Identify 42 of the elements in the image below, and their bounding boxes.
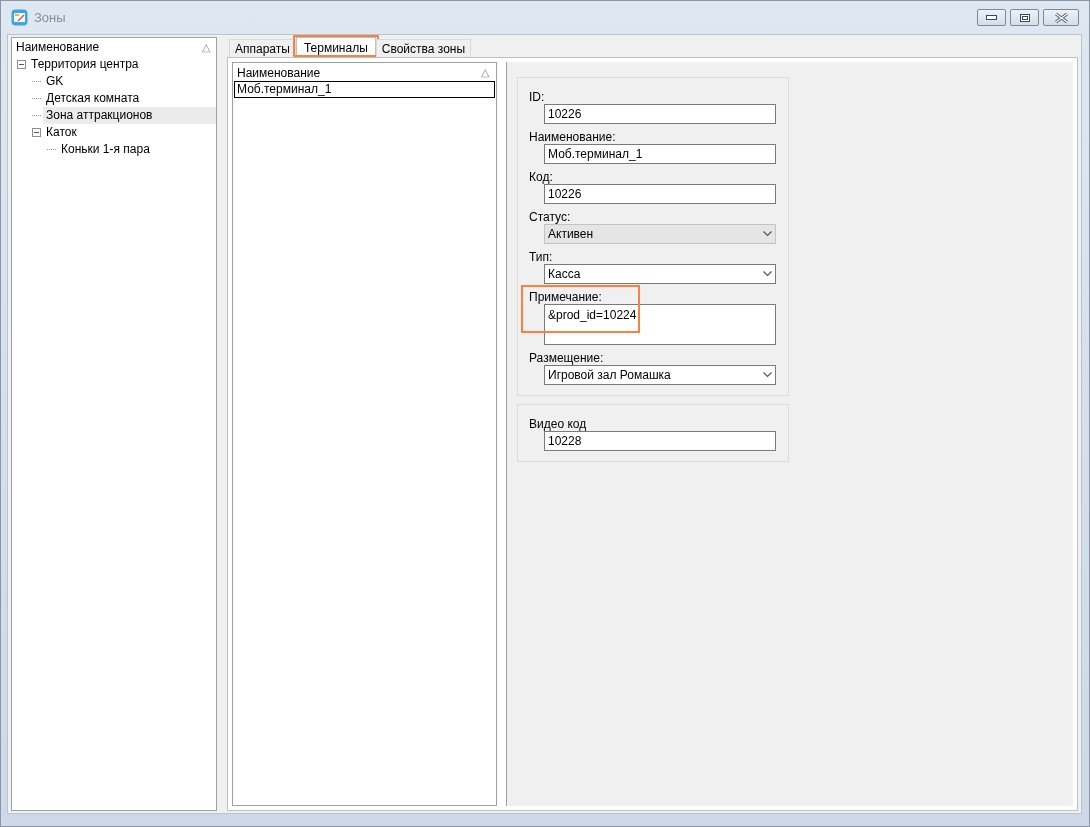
chevron-down-icon [763, 231, 772, 237]
minimize-icon [986, 15, 997, 20]
chevron-down-icon [763, 372, 772, 378]
chevron-down-icon [763, 271, 772, 277]
field-label: Тип: [529, 249, 553, 264]
field-label: Размещение: [529, 350, 604, 365]
dropdown[interactable]: Игровой зал Ромашка [544, 365, 776, 385]
close-icon [1054, 12, 1068, 23]
tree-item[interactable]: Коньки 1-я пара [58, 141, 153, 158]
close-button[interactable] [1043, 9, 1079, 26]
collapse-icon[interactable] [17, 60, 26, 69]
column-header[interactable]: Наименование [237, 65, 321, 80]
tree-item[interactable]: Детская комната [43, 90, 143, 107]
field-label: Наименование: [529, 129, 616, 144]
tab[interactable]: Свойства зоны [375, 39, 472, 57]
field-label: ID: [529, 89, 545, 104]
tree-item[interactable]: Зона аттракционов [43, 107, 216, 124]
maximize-button[interactable] [1010, 9, 1039, 26]
tree-item[interactable]: Территория центра [28, 56, 142, 73]
text-field[interactable]: Моб.терминал_1 [544, 144, 776, 164]
collapse-icon[interactable] [32, 128, 41, 137]
field-label: Статус: [529, 209, 571, 224]
window-title: Зоны [34, 10, 66, 25]
tree-item[interactable]: Каток [43, 124, 80, 141]
field-label: Примечание: [529, 288, 602, 304]
tree-item[interactable]: GK [43, 73, 67, 90]
notes-field[interactable]: &prod_id=10224 [544, 304, 776, 345]
text-field[interactable]: 10226 [544, 184, 776, 204]
sort-indicator: △ [481, 66, 489, 79]
list-row[interactable]: Моб.терминал_1 [234, 81, 495, 98]
field-label: Видео код [529, 416, 587, 431]
dropdown[interactable]: Касса [544, 264, 776, 284]
tab[interactable]: Аппараты [229, 39, 296, 57]
field-label: Код: [529, 169, 553, 184]
sort-indicator: △ [202, 40, 210, 54]
column-header[interactable]: Наименование [16, 40, 100, 54]
text-field[interactable]: 10226 [544, 104, 776, 124]
text-field[interactable]: 10228 [544, 431, 776, 451]
minimize-button[interactable] [977, 9, 1006, 26]
app-icon [11, 9, 28, 26]
maximize-icon [1019, 13, 1030, 22]
tab[interactable]: Терминалы [295, 37, 376, 57]
